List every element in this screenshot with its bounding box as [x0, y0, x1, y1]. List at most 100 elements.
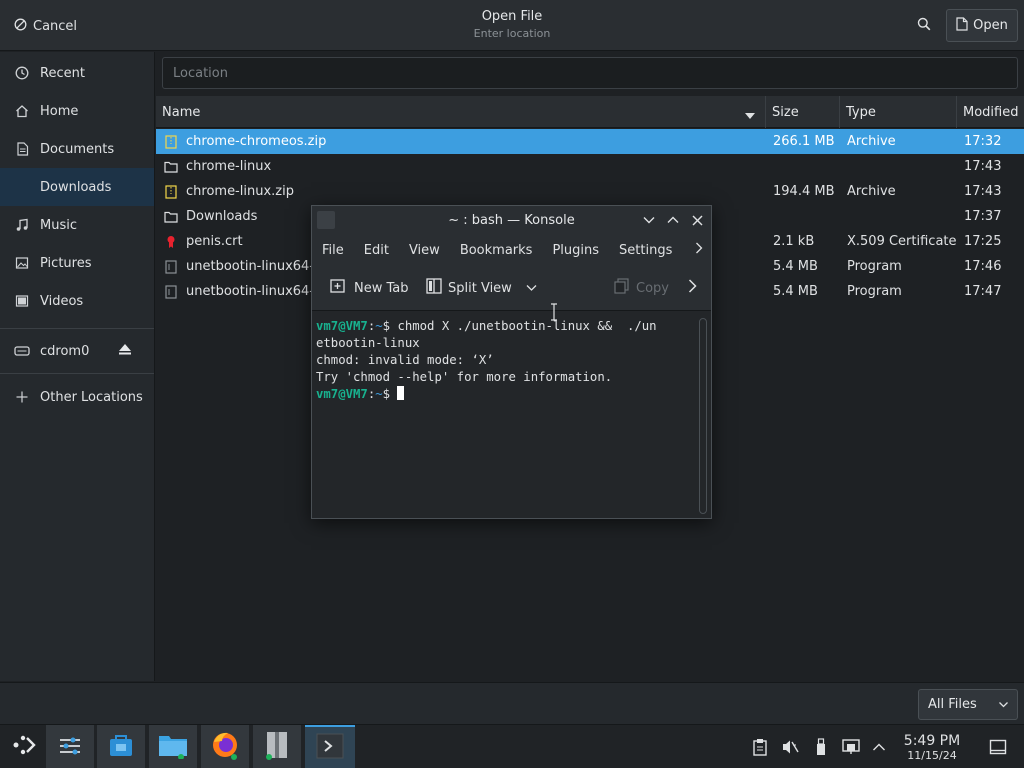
column-size-label: Size [772, 104, 799, 120]
file-name: unetbootin-linux64- [186, 259, 315, 274]
file-size: 5.4 MB [773, 259, 818, 274]
file-row[interactable]: chrome-chromeos.zip 266.1 MB Archive 17:… [156, 129, 1024, 154]
terminal-line: etbootin-linux [316, 336, 420, 350]
file-row[interactable]: chrome-linux.zip 194.4 MB Archive 17:43 [156, 179, 1024, 204]
column-header-name[interactable]: Name [156, 96, 766, 128]
konsole-title: ~ : bash — Konsole [448, 213, 575, 228]
removable-device-icon[interactable] [811, 737, 831, 757]
volume-muted-icon[interactable] [780, 737, 800, 757]
program-icon [164, 284, 178, 299]
task-konsole[interactable] [305, 725, 355, 768]
maximize-button[interactable] [665, 212, 681, 228]
menu-plugins[interactable]: Plugins [542, 243, 609, 258]
filter-selected-label: All Files [928, 697, 977, 712]
menu-settings[interactable]: Settings [609, 243, 682, 258]
menu-view[interactable]: View [399, 243, 450, 258]
column-header-size[interactable]: Size [766, 96, 840, 128]
task-system-settings[interactable] [46, 725, 94, 768]
prompt-path: ~ [375, 319, 383, 333]
location-input[interactable] [173, 65, 1017, 81]
column-header-type[interactable]: Type [840, 96, 957, 128]
dialog-title: Open File [481, 9, 543, 24]
column-name-label: Name [162, 104, 201, 120]
task-ark[interactable] [253, 725, 301, 768]
file-modified: 17:37 [964, 209, 1002, 224]
clock-icon [14, 66, 30, 80]
chevron-right-icon [688, 279, 697, 297]
menu-overflow-arrow-icon[interactable] [695, 242, 703, 258]
minimize-button[interactable] [641, 212, 657, 228]
prompt-path: ~ [375, 387, 383, 401]
application-launcher-button[interactable] [0, 725, 48, 768]
new-tab-button[interactable]: New Tab [330, 277, 409, 299]
sidebar-item-recent[interactable]: Recent [0, 54, 154, 92]
prompt-symbol: $ [382, 387, 398, 401]
toolbar-overflow-button[interactable] [688, 277, 697, 299]
dialog-title-block: Open File Enter location [362, 9, 662, 40]
show-desktop-icon[interactable] [988, 737, 1008, 757]
file-type: Archive [847, 134, 896, 149]
sidebar-item-videos[interactable]: Videos [0, 282, 154, 320]
chevron-down-icon[interactable] [526, 281, 537, 296]
sort-descending-icon [745, 108, 755, 123]
digital-clock[interactable]: 5:49 PM 11/15/24 [896, 733, 968, 762]
menu-file[interactable]: File [312, 243, 354, 258]
network-wired-icon[interactable] [841, 737, 861, 757]
close-button[interactable] [689, 212, 705, 228]
folder-icon [164, 160, 178, 174]
column-header-modified[interactable]: Modified [957, 96, 1024, 128]
eject-icon[interactable] [118, 343, 132, 359]
menu-bookmarks[interactable]: Bookmarks [450, 243, 543, 258]
chevron-down-icon [998, 699, 1009, 714]
sidebar-item-other-locations[interactable]: Other Locations [0, 374, 154, 420]
sidebar-item-pictures[interactable]: Pictures [0, 244, 154, 282]
sidebar-item-downloads[interactable]: Downloads [0, 168, 154, 206]
cancel-icon [14, 18, 27, 35]
terminal-line: chmod: invalid mode: ‘X’ [316, 353, 494, 367]
sidebar-item-cdrom0[interactable]: cdrom0 [0, 329, 154, 373]
menu-edit[interactable]: Edit [354, 243, 399, 258]
terminal-output[interactable]: vm7@VM7:~$ chmod X ./unetbootin-linux &&… [312, 312, 711, 518]
terminal-line: Try 'chmod --help' for more information. [316, 370, 613, 384]
sidebar-item-music[interactable]: Music [0, 206, 154, 244]
task-dolphin[interactable] [149, 725, 197, 768]
drive-icon [14, 344, 30, 358]
certificate-icon [164, 235, 178, 249]
clock-date: 11/15/24 [907, 749, 957, 762]
command-text: $ chmod X ./unetbootin-linux && ./un [382, 319, 657, 333]
konsole-window[interactable]: ~ : bash — Konsole File Edit View Bookma… [311, 205, 712, 519]
sidebar-item-home[interactable]: Home [0, 92, 154, 130]
open-button[interactable]: Open [946, 9, 1018, 42]
chevron-up-icon[interactable] [869, 737, 889, 757]
file-size: 5.4 MB [773, 284, 818, 299]
ibeam-cursor-icon [550, 303, 558, 325]
zip-icon [164, 134, 178, 149]
new-tab-label: New Tab [354, 280, 409, 296]
sidebar-item-documents[interactable]: Documents [0, 130, 154, 168]
terminal-line: vm7@VM7:~$ chmod X ./unetbootin-linux &&… [316, 319, 657, 333]
cancel-button[interactable]: Cancel [8, 12, 83, 40]
location-field[interactable] [162, 57, 1018, 89]
column-modified-label: Modified [963, 104, 1019, 120]
konsole-toolbar: New Tab Split View Copy [312, 265, 711, 311]
file-type-filter-select[interactable]: All Files [918, 689, 1018, 720]
file-modified: 17:25 [964, 234, 1002, 249]
konsole-titlebar[interactable]: ~ : bash — Konsole [312, 206, 711, 235]
file-name: chrome-chromeos.zip [186, 134, 327, 149]
sidebar-item-label: Downloads [40, 179, 112, 195]
file-name: chrome-linux [186, 159, 272, 174]
file-type: X.509 Certificate [847, 234, 957, 249]
archive-app-icon [263, 730, 291, 764]
clipboard-icon[interactable] [750, 737, 770, 757]
terminal-icon [316, 733, 344, 763]
task-discover[interactable] [97, 725, 145, 768]
split-view-button[interactable]: Split View [426, 277, 537, 299]
file-modified: 17:32 [964, 134, 1002, 149]
terminal-scrollbar[interactable] [699, 318, 707, 514]
task-firefox[interactable] [201, 725, 249, 768]
file-row[interactable]: chrome-linux 17:43 [156, 154, 1024, 179]
search-button[interactable] [910, 12, 938, 40]
file-name: Downloads [186, 209, 258, 224]
copy-button[interactable]: Copy [614, 277, 669, 299]
filter-bar: All Files [0, 682, 1024, 724]
